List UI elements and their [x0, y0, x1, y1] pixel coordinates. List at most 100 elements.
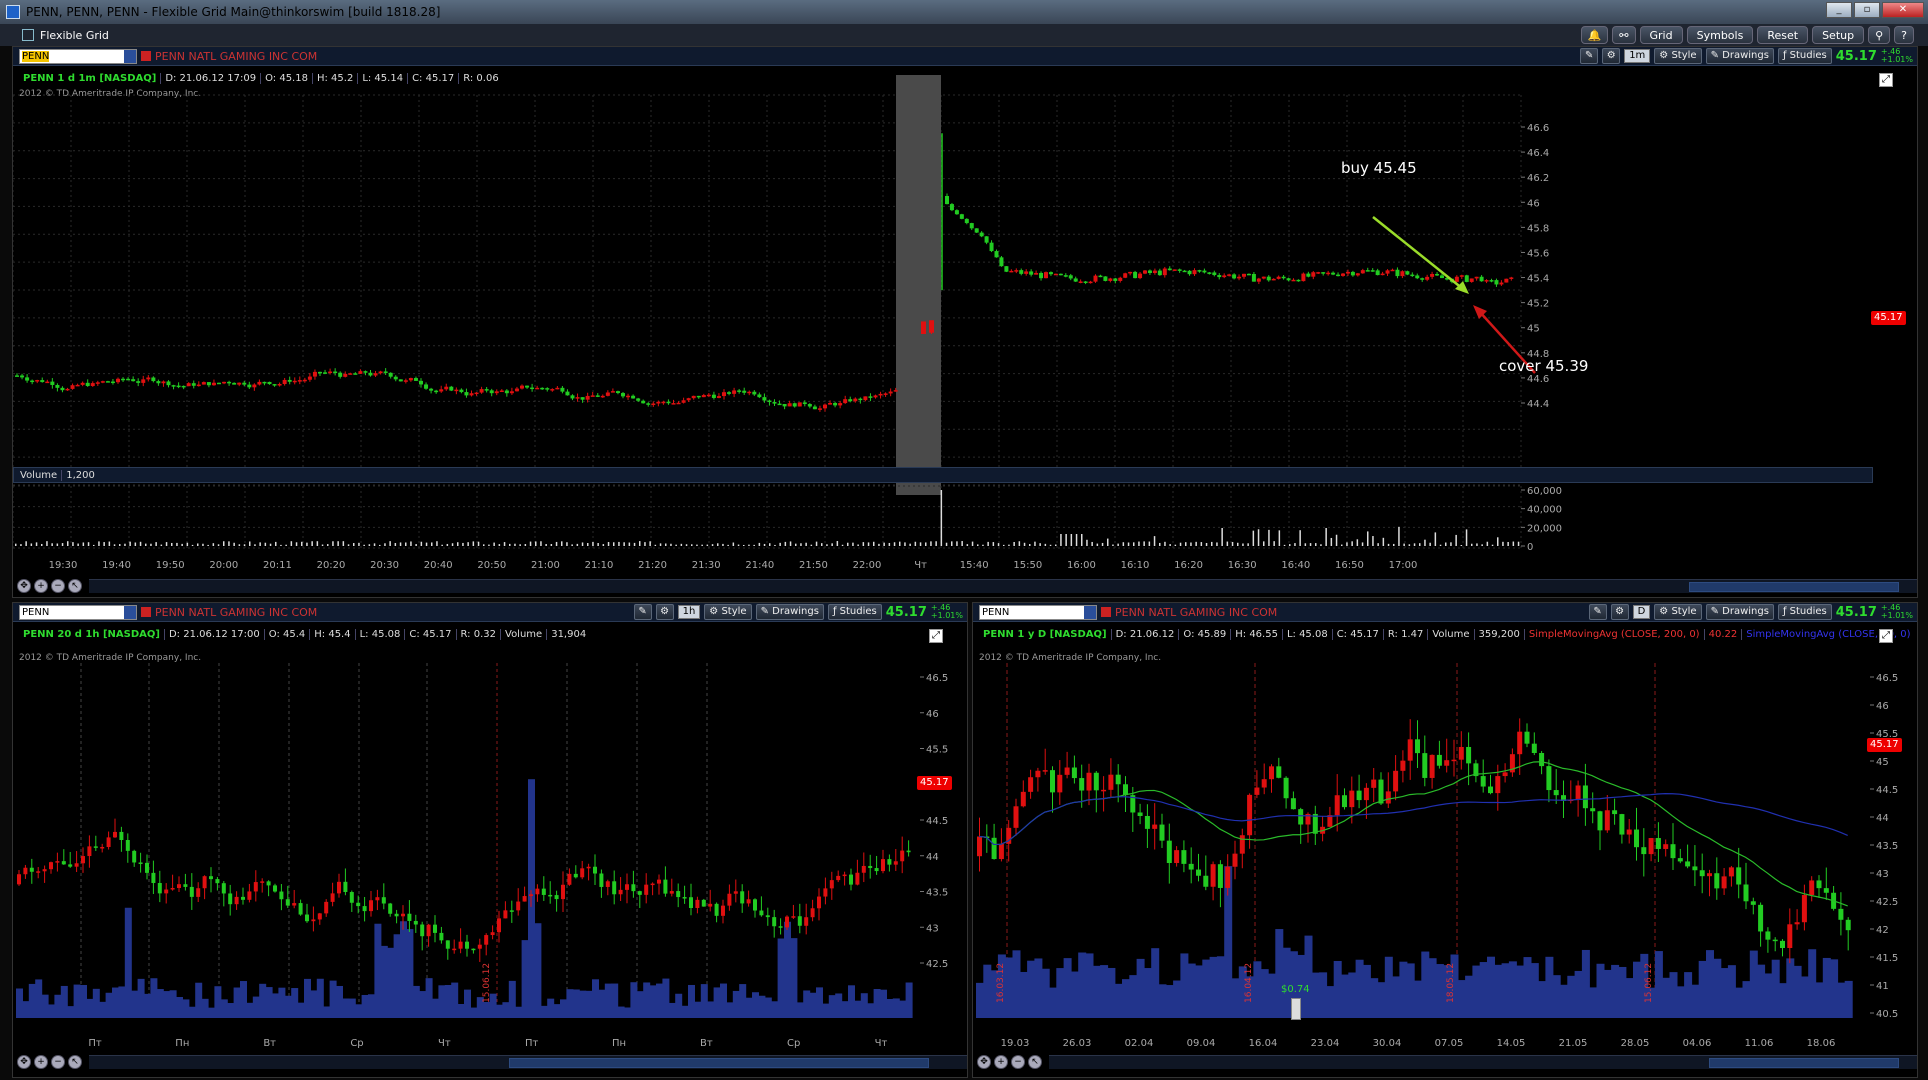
scrollbar-thumb[interactable] [509, 1058, 929, 1068]
bl-candle [644, 884, 649, 895]
dividend-icon[interactable] [1291, 998, 1301, 1020]
bl-volume-bar [752, 992, 759, 1018]
br-volume-bar [1012, 950, 1021, 1018]
top-candle [722, 392, 726, 397]
wrench-icon[interactable]: ⚙ [1602, 48, 1621, 64]
pan-icon[interactable]: ✥ [977, 1055, 991, 1069]
bl-candle [189, 886, 194, 897]
symbol-input[interactable]: PENN [19, 48, 137, 64]
topvol-bar [774, 544, 776, 546]
studies-button[interactable]: ƒ Studies [1777, 604, 1832, 620]
cursor-icon[interactable]: ↖ [68, 1055, 82, 1069]
pan-icon[interactable]: ✥ [17, 1055, 31, 1069]
wrench-icon[interactable]: ⚙ [1610, 604, 1629, 620]
bl-volume-bar [233, 987, 241, 1018]
setup-button[interactable]: Setup [1812, 26, 1865, 44]
expand-icon[interactable]: ⤢ [1879, 629, 1893, 643]
dividend-label: $0.74 [1281, 984, 1310, 995]
minimize-button[interactable]: _ [1826, 2, 1852, 18]
symbol-input[interactable]: PENN [19, 604, 137, 620]
symbol-input[interactable]: PENN [979, 604, 1097, 620]
bl-candle [177, 884, 181, 888]
style-button[interactable]: ⚙ Style [1654, 48, 1702, 64]
drawings-button[interactable]: ✎ Drawings [1705, 48, 1774, 64]
expand-icon[interactable]: ⤢ [929, 629, 943, 643]
drawing-tools-icon[interactable]: ✎ [1588, 604, 1607, 620]
top-candle [222, 381, 227, 384]
br-candle [1429, 754, 1435, 778]
link-icon[interactable]: ⚯ [1612, 26, 1636, 44]
zoom-out-icon[interactable]: − [51, 1055, 65, 1069]
top-candle [1415, 275, 1420, 279]
drawing-tools-icon[interactable]: ✎ [1580, 48, 1599, 64]
bl-volume-bar [131, 990, 139, 1018]
topvol-bar [186, 542, 189, 546]
br-volume-bar [1268, 973, 1276, 1018]
top-candle [1222, 275, 1227, 278]
bl-price-chart[interactable]: 46.54645.54544.54443.54342.515.06.12 [13, 663, 969, 1031]
symbols-button[interactable]: Symbols [1686, 26, 1754, 44]
top-candle [1326, 272, 1331, 275]
help-icon[interactable]: ? [1894, 26, 1914, 44]
topvol-bar [1086, 539, 1088, 546]
style-button[interactable]: ⚙ Style [704, 604, 752, 620]
zoom-out-icon[interactable]: − [1011, 1055, 1025, 1069]
top-candle [1509, 277, 1514, 279]
layout-selector[interactable]: Flexible Grid [22, 29, 109, 42]
zoom-out-icon[interactable]: − [51, 579, 65, 593]
bl-y-tick: 43 [926, 923, 939, 934]
studies-button[interactable]: ƒ Studies [1777, 48, 1832, 64]
top-price-chart[interactable]: 46.646.446.24645.845.645.445.24544.844.6… [13, 75, 1919, 505]
topvol-bar [1185, 542, 1187, 546]
cursor-icon[interactable]: ↖ [68, 579, 82, 593]
close-button[interactable]: ✕ [1882, 2, 1924, 18]
horizontal-scrollbar[interactable] [89, 579, 1917, 593]
wrench-icon[interactable]: ⚙ [655, 604, 674, 620]
br-candle [1736, 867, 1742, 885]
restore-button[interactable]: ▫ [1854, 2, 1880, 18]
topvol-bar [425, 542, 428, 546]
zoom-in-icon[interactable]: + [34, 1055, 48, 1069]
aggregation-selector[interactable]: 1h [677, 605, 701, 619]
zoom-in-icon[interactable]: + [34, 579, 48, 593]
company-name: PENN NATL GAMING INC COM [155, 605, 318, 619]
topvol-bar [649, 541, 651, 546]
bl-volume-bar [329, 980, 337, 1018]
top-candle [1370, 270, 1375, 272]
top-candle [1390, 269, 1395, 272]
pan-icon[interactable]: ✥ [17, 579, 31, 593]
pin-icon[interactable]: ⚲ [1868, 26, 1891, 44]
bl-candle [727, 893, 732, 906]
bl-volume-bar [380, 945, 388, 1018]
zoom-in-icon[interactable]: + [994, 1055, 1008, 1069]
cursor-icon[interactable]: ↖ [1028, 1055, 1042, 1069]
top-candle [615, 391, 620, 394]
topvol-bar [1315, 543, 1317, 546]
scrollbar-thumb[interactable] [1709, 1058, 1899, 1068]
top-candle [121, 378, 126, 381]
studies-button[interactable]: ƒ Studies [827, 604, 882, 620]
top-candle [237, 382, 242, 385]
grid-button[interactable]: Grid [1639, 26, 1683, 44]
style-button[interactable]: ⚙ Style [1654, 604, 1702, 620]
reset-button[interactable]: Reset [1757, 26, 1809, 44]
horizontal-scrollbar[interactable] [89, 1055, 967, 1069]
drawings-button[interactable]: ✎ Drawings [755, 604, 824, 620]
bl-volume-bar [265, 987, 273, 1018]
topvol-bar [394, 543, 397, 546]
topvol-bar [613, 542, 615, 546]
top-volume-chart[interactable]: 60,000 40,000 20,000 0 [13, 484, 1919, 554]
top-candle [666, 401, 671, 404]
drawing-tools-icon[interactable]: ✎ [633, 604, 652, 620]
bell-icon[interactable]: 🔔 [1580, 26, 1609, 44]
scrollbar-thumb[interactable] [1689, 582, 1899, 592]
bl-candle [676, 891, 681, 898]
bl-volume-bar [457, 1003, 465, 1018]
horizontal-scrollbar[interactable] [1049, 1055, 1917, 1069]
aggregation-selector[interactable]: D [1632, 605, 1651, 619]
drawings-button[interactable]: ✎ Drawings [1705, 604, 1774, 620]
br-volume-bar [1216, 956, 1225, 1018]
bl-volume-bar [592, 979, 599, 1018]
aggregation-selector[interactable]: 1m [1624, 49, 1651, 63]
br-price-chart[interactable]: 46.54645.54544.54443.54342.54241.54140.5… [973, 663, 1919, 1031]
